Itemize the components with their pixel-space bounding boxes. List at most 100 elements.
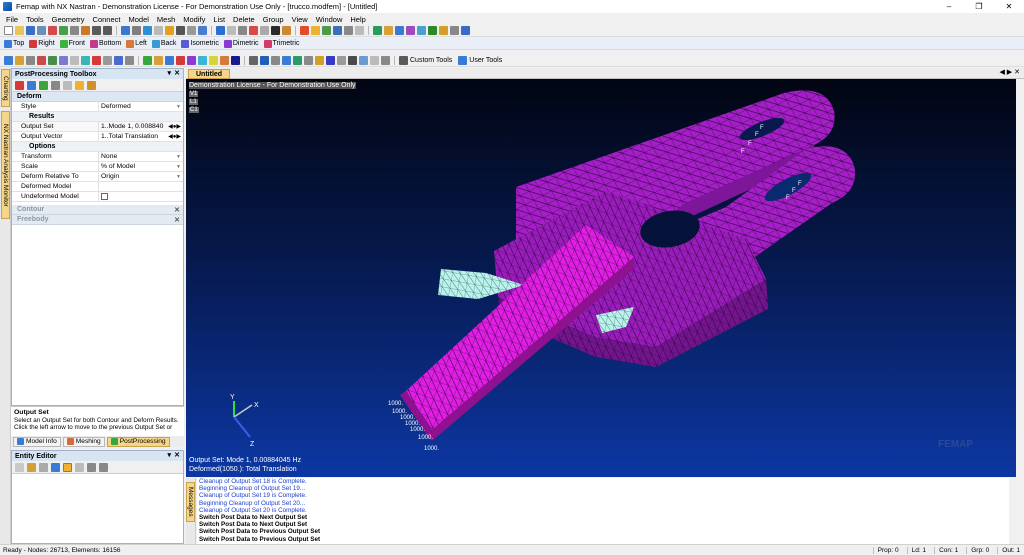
tab-postprocessing[interactable]: PostProcessing <box>106 436 170 447</box>
undeformed-model-row[interactable]: Undeformed Model <box>12 192 183 202</box>
visibility-icon[interactable] <box>370 55 379 65</box>
workplane-icon[interactable] <box>373 26 382 35</box>
menu-help[interactable]: Help <box>350 15 365 24</box>
menu-window[interactable]: Window <box>316 15 343 24</box>
query-icon[interactable] <box>406 26 415 35</box>
close-icon[interactable]: ✕ <box>174 206 180 214</box>
contour-icon[interactable] <box>322 26 331 35</box>
status-load[interactable]: Ld: 1 <box>906 546 926 554</box>
curve-icon[interactable] <box>165 55 174 65</box>
show-when-selected-icon[interactable] <box>417 26 426 35</box>
tab-meshing[interactable]: Meshing <box>62 436 105 447</box>
menu-view[interactable]: View <box>292 15 308 24</box>
output-vector-row[interactable]: Output Vector 1..Total Translation ◀●▶ <box>12 132 183 142</box>
solid-icon[interactable] <box>187 55 196 65</box>
output-set-arrows-icon[interactable]: ◀●▶ <box>168 123 181 130</box>
menu-mesh[interactable]: Mesh <box>157 15 175 24</box>
output-set-row[interactable]: Output Set 1..Mode 1, 0.008840 ◀●▶ <box>12 122 183 132</box>
entity-info-icon[interactable] <box>70 55 79 65</box>
menu-modify[interactable]: Modify <box>183 15 205 24</box>
view-isometric-button[interactable]: Isometric <box>181 39 219 48</box>
api-programming-icon[interactable] <box>81 55 90 65</box>
expand-icon[interactable] <box>87 462 96 472</box>
graphics-viewport[interactable]: F F F F F F F 1000. 1000. 1000. 1000. 10… <box>186 79 1016 477</box>
print-icon[interactable] <box>37 26 46 35</box>
undeformed-model-checkbox[interactable] <box>101 193 108 200</box>
new-file-icon[interactable] <box>4 26 13 35</box>
contour-tool-icon[interactable] <box>27 80 36 90</box>
wireframe-icon[interactable] <box>271 55 280 65</box>
status-output[interactable]: Out: 1 <box>997 546 1020 554</box>
menu-list[interactable]: List <box>213 15 225 24</box>
pan-icon[interactable] <box>260 26 269 35</box>
close-icon[interactable]: ✕ <box>174 216 180 224</box>
select-entity-icon[interactable] <box>15 462 24 472</box>
refresh-entity-icon[interactable] <box>51 462 60 472</box>
measure-icon[interactable] <box>395 26 404 35</box>
panel-toggle-icon[interactable] <box>4 55 13 65</box>
messages-icon[interactable] <box>92 55 101 65</box>
model-info-icon[interactable] <box>26 55 35 65</box>
view-left-button[interactable]: Left <box>126 39 147 48</box>
redraw-icon[interactable] <box>238 26 247 35</box>
tab-untitled[interactable]: Untitled <box>188 69 231 79</box>
copy-entity-icon[interactable] <box>39 462 48 472</box>
layout-icon[interactable] <box>461 26 470 35</box>
zoom-icon[interactable] <box>271 26 280 35</box>
view-trimetric-button[interactable]: Trimetric <box>263 39 299 48</box>
menu-group[interactable]: Group <box>263 15 284 24</box>
meshing-toolbox-icon[interactable] <box>59 55 68 65</box>
tools-options-icon[interactable] <box>51 80 60 90</box>
more-icon[interactable] <box>381 55 390 65</box>
constraint-icon[interactable] <box>231 55 240 65</box>
refresh-tool-icon[interactable] <box>87 80 96 90</box>
close-icon[interactable]: ✕ <box>994 0 1024 13</box>
view-back-button[interactable]: Back <box>151 39 176 48</box>
copy-icon[interactable] <box>70 26 79 35</box>
point-icon[interactable] <box>154 55 163 65</box>
view-bottom-button[interactable]: Bottom <box>89 39 121 48</box>
surface-icon[interactable] <box>176 55 185 65</box>
node-icon[interactable] <box>198 55 207 65</box>
snap-icon[interactable] <box>384 26 393 35</box>
save-icon[interactable] <box>26 26 35 35</box>
open-folder-icon[interactable] <box>15 26 24 35</box>
geometry-entity-icon[interactable] <box>143 55 152 65</box>
filled-edges-icon[interactable] <box>337 55 346 65</box>
charting-side-tab[interactable]: Charting <box>1 69 10 107</box>
view-front-button[interactable]: Front <box>59 39 85 48</box>
chevron-down-icon[interactable]: ▼ <box>176 154 181 160</box>
element-icon[interactable] <box>209 55 218 65</box>
animate-tool-icon[interactable] <box>75 80 84 90</box>
toolbox-icon[interactable] <box>15 55 24 65</box>
chevron-down-icon[interactable]: ▼ <box>176 104 181 110</box>
output-vector-arrows-icon[interactable]: ◀●▶ <box>168 133 181 140</box>
charting-icon[interactable] <box>48 55 57 65</box>
menu-geometry[interactable]: Geometry <box>52 15 85 24</box>
alphabetical-icon[interactable] <box>75 462 84 472</box>
data-table-icon[interactable] <box>37 55 46 65</box>
autoscale-icon[interactable] <box>282 26 291 35</box>
tools-list-icon[interactable] <box>63 80 72 90</box>
pin-icon[interactable]: ▾ <box>167 451 171 459</box>
hidden-line-icon[interactable] <box>282 55 291 65</box>
deform-relative-select[interactable]: Origin <box>98 172 183 181</box>
list-icon[interactable] <box>198 26 207 35</box>
geometry-icon[interactable] <box>143 26 152 35</box>
transform-select[interactable]: None <box>98 152 183 161</box>
menu-file[interactable]: File <box>6 15 18 24</box>
status-group[interactable]: Grp: 0 <box>966 546 989 554</box>
delete-icon[interactable] <box>187 26 196 35</box>
entity-select-icon[interactable] <box>176 26 185 35</box>
tab-controls-icon[interactable]: ◀ ▶ ✕ <box>999 68 1020 76</box>
style-row[interactable]: Style Deformed ▼ <box>12 102 183 112</box>
viewport-scrollbar[interactable] <box>1016 79 1024 477</box>
menu-model[interactable]: Model <box>128 15 148 24</box>
status-prop[interactable]: Prop: 0 <box>872 546 899 554</box>
scale-row[interactable]: Scale% of Model ▼ <box>12 162 183 172</box>
pin-icon[interactable]: ▾ <box>167 69 171 77</box>
analysis-icon[interactable] <box>121 26 130 35</box>
undo-icon[interactable] <box>92 26 101 35</box>
messages-side-tab[interactable]: Messages <box>186 482 195 522</box>
entity-editor-icon[interactable] <box>103 55 112 65</box>
